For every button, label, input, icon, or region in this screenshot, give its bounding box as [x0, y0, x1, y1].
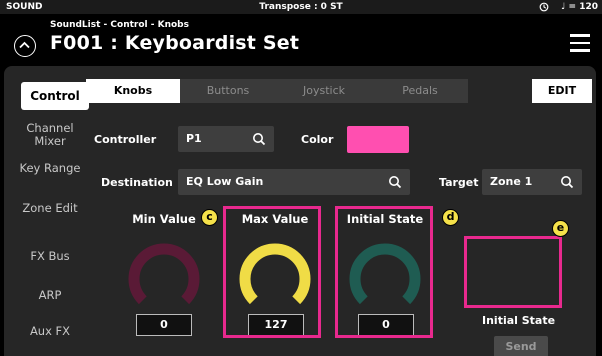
tab-joystick[interactable]: Joystick — [276, 79, 372, 103]
send-panel-highlight — [464, 236, 562, 308]
page-title: F001 : Keyboardist Set — [50, 32, 300, 54]
controller-field[interactable]: P1 — [178, 126, 274, 152]
sidebar-item-arp[interactable]: ARP — [14, 289, 86, 302]
destination-label: Destination — [101, 176, 173, 189]
color-label: Color — [301, 133, 334, 146]
controller-label: Controller — [94, 133, 157, 146]
edit-button[interactable]: EDIT — [532, 79, 592, 103]
search-icon — [389, 176, 402, 189]
send-panel-label: Initial State — [482, 314, 556, 327]
callout-e: e — [552, 220, 569, 237]
metronome-icon[interactable] — [539, 2, 549, 12]
menu-icon[interactable] — [570, 34, 590, 52]
send-button[interactable]: Send — [494, 336, 548, 356]
breadcrumb: SoundList - Control - Knobs — [50, 20, 189, 30]
min-value-field[interactable]: 0 — [136, 314, 192, 336]
search-icon — [561, 176, 574, 189]
search-icon — [253, 133, 266, 146]
sidebar-item-channel-mixer[interactable]: Channel Mixer — [14, 122, 86, 148]
target-label: Target — [439, 176, 479, 189]
callout-c: c — [201, 209, 218, 226]
sidebar-item-aux-fx[interactable]: Aux FX — [14, 325, 86, 338]
tab-buttons[interactable]: Buttons — [180, 79, 276, 103]
tab-bar: Knobs Buttons Joystick Pedals — [86, 79, 468, 103]
destination-value: EQ Low Gain — [186, 175, 264, 188]
target-value: Zone 1 — [490, 175, 533, 188]
min-value-label: Min Value — [132, 212, 196, 226]
tab-pedals[interactable]: Pedals — [372, 79, 468, 103]
tab-knobs[interactable]: Knobs — [86, 79, 180, 103]
sidebar-item-fx-bus[interactable]: FX Bus — [14, 250, 86, 263]
max-value-highlight — [223, 206, 321, 338]
initial-state-highlight — [335, 206, 433, 338]
min-value-knob[interactable] — [125, 240, 203, 318]
callout-d: d — [442, 209, 459, 226]
destination-field[interactable]: EQ Low Gain — [178, 169, 410, 195]
target-field[interactable]: Zone 1 — [482, 169, 582, 195]
back-button[interactable] — [14, 35, 36, 57]
sidebar-item-control[interactable]: Control — [21, 82, 89, 110]
tempo-readout[interactable]: ♩ = 120 — [561, 0, 598, 14]
sidebar-item-zone-edit[interactable]: Zone Edit — [14, 202, 86, 215]
status-bar: SOUND Transpose : 0 ST ♩ = 120 — [0, 0, 602, 14]
chevron-up-icon — [19, 41, 30, 49]
color-swatch[interactable] — [347, 126, 409, 153]
controller-value: P1 — [186, 132, 202, 145]
sidebar-item-key-range[interactable]: Key Range — [14, 162, 86, 175]
transpose-readout: Transpose : 0 ST — [259, 2, 343, 12]
header: SoundList - Control - Knobs F001 : Keybo… — [0, 14, 602, 66]
